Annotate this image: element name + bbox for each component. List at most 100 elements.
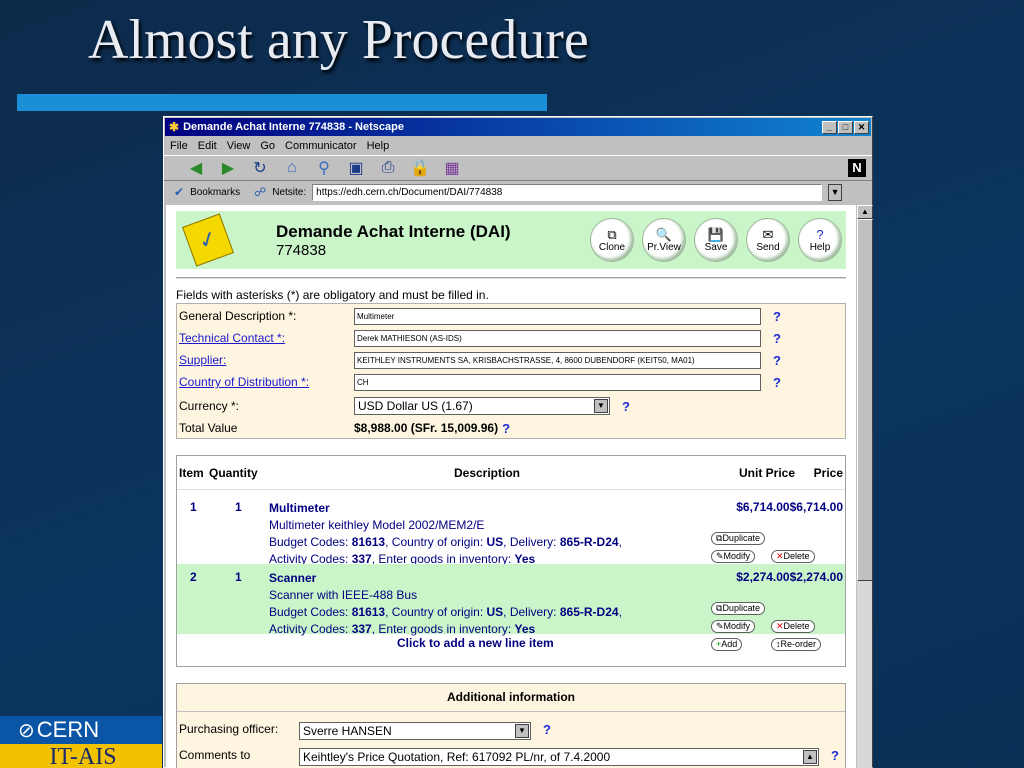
- close-button[interactable]: ✕: [854, 120, 869, 134]
- menu-file[interactable]: File: [170, 140, 188, 152]
- header-quantity: Quantity: [209, 465, 258, 480]
- menu-view[interactable]: View: [227, 140, 251, 152]
- send-button[interactable]: ✉ Send: [746, 218, 790, 262]
- help-button[interactable]: ? Help: [798, 218, 842, 262]
- delete-button[interactable]: ✕Delete: [771, 620, 815, 633]
- reorder-button[interactable]: ↕Re-order: [771, 638, 822, 651]
- delete-icon: ✕: [776, 551, 784, 561]
- technical-contact-link[interactable]: Technical Contact *:: [179, 331, 354, 345]
- table-row: 2 1 Scanner Scanner with IEEE-488 Bus Bu…: [177, 564, 845, 636]
- total-value-label: Total Value: [179, 421, 238, 435]
- add-button[interactable]: +Add: [711, 638, 743, 651]
- url-input[interactable]: https://edh.cern.ch/Document/DAI/774838: [312, 183, 823, 201]
- document-title: Demande Achat Interne (DAI): [276, 221, 511, 241]
- url-dropdown-button[interactable]: ▼: [828, 183, 843, 201]
- duplicate-button[interactable]: ⧉Duplicate: [711, 532, 765, 545]
- netscape-logo-icon: N: [848, 159, 866, 177]
- clone-button[interactable]: ⧉ Clone: [590, 218, 634, 262]
- item-unit-price: $2,274.00: [736, 570, 790, 584]
- cern-emblem-icon: ⊘: [18, 719, 35, 742]
- general-description-input[interactable]: Multimeter: [354, 307, 761, 325]
- save-button[interactable]: 💾 Save: [694, 218, 738, 262]
- modify-button[interactable]: ✎Modify: [711, 620, 756, 633]
- delete-button[interactable]: ✕Delete: [771, 550, 815, 563]
- help-question-icon[interactable]: ?: [502, 421, 510, 436]
- home-icon[interactable]: ⌂: [282, 159, 302, 177]
- currency-label: Currency *:: [179, 399, 240, 413]
- scroll-up-icon: ▲: [803, 750, 817, 764]
- my-netscape-icon[interactable]: ▣: [346, 158, 366, 178]
- help-question-icon[interactable]: ?: [773, 375, 781, 390]
- preview-icon: 🔍: [655, 226, 673, 242]
- purchasing-officer-select[interactable]: Sverre HANSEN ▼: [299, 722, 531, 740]
- help-question-icon[interactable]: ?: [543, 722, 551, 737]
- vertical-scrollbar[interactable]: ▲: [856, 205, 873, 768]
- table-row: 1 1 Multimeter Multimeter keithley Model…: [177, 494, 845, 566]
- forward-icon[interactable]: ▶: [218, 158, 238, 178]
- reload-icon[interactable]: ↻: [250, 158, 270, 178]
- country-link[interactable]: Country of Distribution *:: [179, 375, 354, 389]
- pencil-icon: ✎: [716, 551, 724, 561]
- it-ais-logo: IT-AIS: [0, 744, 162, 768]
- menu-go[interactable]: Go: [260, 140, 275, 152]
- line-items-table: Item Quantity Description Unit Price Pri…: [176, 455, 846, 667]
- bookmarks-icon: ✔: [174, 185, 185, 199]
- supplier-link[interactable]: Supplier:: [179, 353, 354, 367]
- table-header: Item Quantity Description Unit Price Pri…: [177, 456, 845, 490]
- country-input[interactable]: CH: [354, 373, 761, 391]
- item-detail: Scanner with IEEE-488 Bus: [269, 588, 418, 602]
- divider: [176, 277, 846, 279]
- supplier-input[interactable]: KEITHLEY INSTRUMENTS SA, KRISBACHSTRASSE…: [354, 351, 761, 369]
- location-label: Netsite:: [272, 186, 307, 198]
- help-question-icon[interactable]: ?: [773, 309, 781, 324]
- total-value: $8,988.00 (SFr. 15,009.96): [354, 421, 499, 435]
- menu-help[interactable]: Help: [367, 140, 390, 152]
- document-number: 774838: [276, 241, 327, 259]
- netscape-app-icon: ✱: [169, 120, 180, 134]
- help-question-icon[interactable]: ?: [622, 399, 630, 414]
- additional-info-section: Additional information Purchasing office…: [176, 683, 846, 768]
- duplicate-button[interactable]: ⧉Duplicate: [711, 602, 765, 615]
- help-question-icon[interactable]: ?: [773, 353, 781, 368]
- search-icon[interactable]: ⚲: [314, 158, 334, 178]
- clone-icon: ⧉: [607, 226, 617, 242]
- preview-button[interactable]: 🔍 Pr.View: [642, 218, 686, 262]
- item-detail: Multimeter keithley Model 2002/MEM2/E: [269, 518, 485, 532]
- item-price: $6,714.00: [789, 500, 843, 514]
- scroll-up-button[interactable]: ▲: [857, 205, 873, 219]
- help-question-icon[interactable]: ?: [773, 331, 781, 346]
- window-titlebar: ✱ Demande Achat Interne 774838 - Netscap…: [165, 118, 871, 136]
- scrollbar-thumb[interactable]: [857, 219, 873, 581]
- technical-contact-input[interactable]: Derek MATHIESON (AS-IDS): [354, 329, 761, 347]
- item-number: 1: [190, 500, 197, 514]
- item-price: $2,274.00: [789, 570, 843, 584]
- menu-edit[interactable]: Edit: [198, 140, 217, 152]
- document-header: ✓ Demande Achat Interne (DAI) 774838 ⧉ Cl…: [176, 211, 846, 269]
- stop-icon[interactable]: ▦: [442, 158, 462, 178]
- maximize-button[interactable]: □: [838, 120, 853, 134]
- browser-window: ✱ Demande Achat Interne 774838 - Netscap…: [163, 116, 873, 768]
- item-description: Multimeter Multimeter keithley Model 200…: [269, 501, 622, 566]
- comments-textarea[interactable]: Keihtley's Price Quotation, Ref: 617092 …: [299, 748, 819, 766]
- security-icon[interactable]: 🔒: [410, 158, 430, 178]
- navigation-toolbar: ◀ ▶ ↻ ⌂ ⚲ ▣ ⎙ 🔒 ▦ N: [164, 155, 872, 181]
- pencil-icon: ✎: [716, 621, 724, 631]
- page-proxy-icon: ☍: [254, 185, 267, 199]
- add-line-row: Click to add a new line item +Add ↕Re-or…: [177, 634, 845, 656]
- header-item: Item: [179, 465, 204, 480]
- modify-button[interactable]: ✎Modify: [711, 550, 756, 563]
- help-question-icon[interactable]: ?: [831, 748, 839, 763]
- back-icon[interactable]: ◀: [186, 158, 206, 178]
- general-form: General Description *: Multimeter ? Tech…: [176, 303, 846, 439]
- print-icon[interactable]: ⎙: [378, 159, 398, 177]
- item-quantity: 1: [235, 570, 242, 584]
- minimize-button[interactable]: _: [822, 120, 837, 134]
- page-viewport: ✓ Demande Achat Interne (DAI) 774838 ⧉ Cl…: [166, 205, 856, 768]
- bookmarks-button[interactable]: Bookmarks: [190, 187, 240, 198]
- chevron-down-icon: ▼: [515, 724, 529, 738]
- item-number: 2: [190, 570, 197, 584]
- add-line-item-link[interactable]: Click to add a new line item: [397, 636, 554, 650]
- additional-info-title: Additional information: [177, 684, 845, 712]
- menu-communicator[interactable]: Communicator: [285, 140, 357, 152]
- currency-select[interactable]: USD Dollar US (1.67) ▼: [354, 397, 610, 415]
